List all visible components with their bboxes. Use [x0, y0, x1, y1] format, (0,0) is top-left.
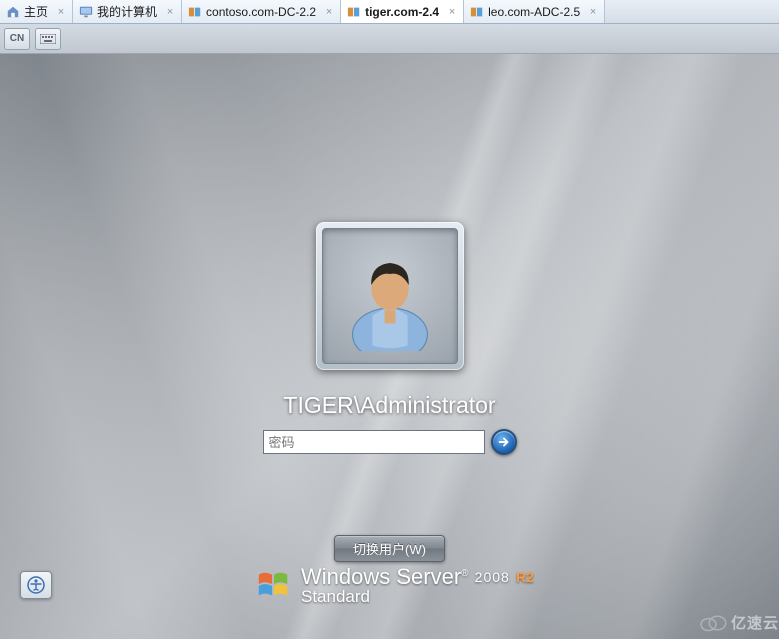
vm-icon	[188, 5, 202, 19]
submit-button[interactable]	[491, 429, 517, 455]
vm-icon	[470, 5, 484, 19]
password-input[interactable]	[263, 430, 485, 454]
windows-branding: Windows Server® 2008 R2 Standard	[255, 564, 534, 607]
watermark: 亿速云	[698, 612, 779, 633]
close-icon[interactable]: ×	[164, 6, 176, 18]
tab-label: contoso.com-DC-2.2	[206, 5, 316, 19]
tab-label: leo.com-ADC-2.5	[488, 5, 580, 19]
user-avatar-frame	[316, 222, 464, 370]
monitor-icon	[79, 5, 93, 19]
login-screen: TIGER\Administrator 切换用户(W) Windows Serv…	[0, 54, 779, 639]
ease-of-access-button[interactable]	[20, 571, 52, 599]
brand-edition: Standard	[301, 587, 534, 607]
watermark-text: 亿速云	[731, 612, 779, 633]
tab-bar: 主页 × 我的计算机 × contoso.com-DC-2.2 × tiger.…	[0, 0, 779, 24]
ime-button[interactable]: CN	[4, 28, 30, 50]
keyboard-button[interactable]	[35, 28, 61, 50]
brand-year: 2008	[475, 569, 510, 585]
toolbar: CN	[0, 24, 779, 54]
brand-text: Windows Server® 2008 R2 Standard	[301, 564, 534, 607]
tab-leo[interactable]: leo.com-ADC-2.5 ×	[464, 0, 605, 23]
vm-icon	[347, 5, 361, 19]
password-row	[263, 429, 517, 455]
tab-label: 主页	[24, 3, 48, 20]
brand-product: Windows Server	[301, 564, 461, 589]
close-icon[interactable]: ×	[55, 6, 67, 18]
tab-tiger[interactable]: tiger.com-2.4 ×	[341, 0, 464, 23]
tab-label: tiger.com-2.4	[365, 5, 439, 19]
tab-my-computer[interactable]: 我的计算机 ×	[73, 0, 182, 23]
username-label: TIGER\Administrator	[283, 392, 495, 419]
switch-user-button[interactable]: 切换用户(W)	[334, 535, 445, 562]
close-icon[interactable]: ×	[323, 6, 335, 18]
tab-label: 我的计算机	[97, 3, 157, 20]
home-icon	[6, 5, 20, 19]
tab-contoso[interactable]: contoso.com-DC-2.2 ×	[182, 0, 341, 23]
close-icon[interactable]: ×	[446, 6, 458, 18]
windows-logo-icon	[255, 567, 293, 605]
user-avatar	[322, 228, 458, 364]
tab-home[interactable]: 主页 ×	[0, 0, 73, 23]
close-icon[interactable]: ×	[587, 6, 599, 18]
brand-r2: R2	[516, 569, 534, 585]
